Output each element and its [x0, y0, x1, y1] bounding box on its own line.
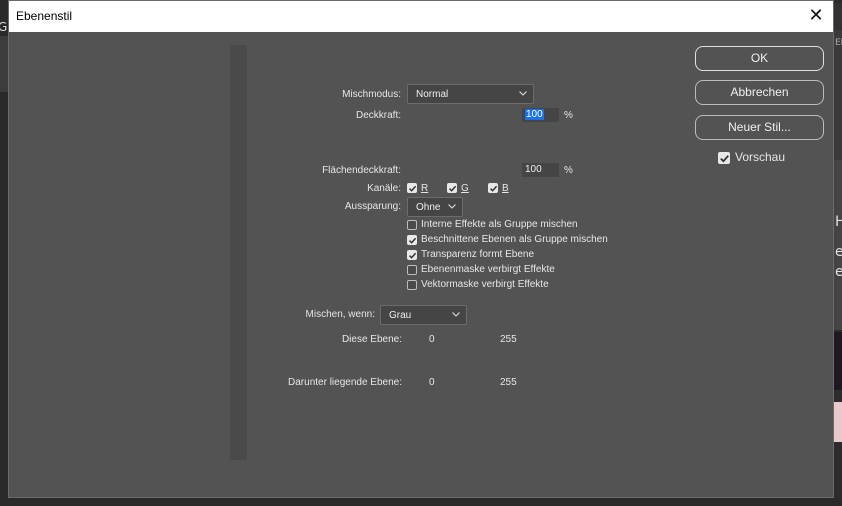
layer-mask-hides-checkbox[interactable] [407, 265, 417, 275]
preview-checkbox[interactable] [718, 152, 730, 164]
chevron-down-icon [448, 204, 456, 209]
layer-style-dialog: Ebenenstil ✕ Mischmodus: Normal Deckkraf… [8, 0, 834, 498]
knockout-select[interactable]: Ohne [407, 197, 463, 217]
preview-label: Vorschau [735, 150, 786, 164]
channel-g-label: G [461, 183, 469, 194]
blend-if-label: Mischen, wenn: [305, 309, 375, 320]
vector-mask-hides-checkbox[interactable] [407, 280, 417, 290]
fill-opacity-label: Flächendeckkraft: [322, 165, 401, 176]
opacity-unit: % [564, 110, 573, 121]
internal-effects-checkbox[interactable] [407, 220, 417, 230]
this-layer-max: 255 [500, 334, 517, 345]
blend-if-value: Grau [389, 310, 412, 321]
ok-button[interactable]: OK [695, 46, 824, 71]
channel-b-checkbox[interactable] [488, 183, 498, 193]
this-layer-min: 0 [429, 334, 435, 345]
opacity-label: Deckkraft: [355, 110, 401, 121]
background-thumbnail [834, 402, 842, 442]
knockout-label: Aussparung: [344, 201, 401, 212]
fill-opacity-input[interactable]: 100 [522, 163, 559, 177]
channel-r-label: R [421, 183, 429, 194]
background-thumbnail [834, 332, 842, 390]
opacity-value: 100 [525, 109, 544, 120]
dialog-title: Ebenenstil [16, 9, 73, 23]
checkmark-icon [720, 155, 729, 163]
blend-mode-value: Normal [416, 89, 449, 100]
background-text: G [0, 20, 8, 34]
chevron-down-icon [519, 91, 527, 96]
blend-mode-label: Mischmodus: [342, 89, 401, 100]
background-app-bottom [0, 498, 842, 506]
checkmark-icon [408, 237, 417, 244]
cancel-button[interactable]: Abbrechen [695, 80, 824, 105]
checkmark-icon [408, 185, 417, 192]
checkmark-icon [489, 185, 498, 192]
underlying-layer-min: 0 [429, 377, 435, 388]
background-panel [834, 30, 842, 160]
background-app-right: Eb H ei e [834, 30, 842, 506]
clipped-layers-checkbox[interactable] [407, 235, 417, 245]
underlying-layer-label: Darunter liegende Ebene: [288, 377, 402, 388]
dialog-titlebar[interactable]: Ebenenstil ✕ [9, 1, 833, 32]
transparency-shapes-label: Transparenz formt Ebene [421, 249, 535, 260]
background-text: ei [835, 244, 842, 260]
channel-b-label: B [502, 183, 509, 194]
channel-g-checkbox[interactable] [447, 183, 457, 193]
chevron-down-icon [452, 312, 460, 317]
background-text: e [835, 264, 842, 280]
blend-mode-select[interactable]: Normal [407, 84, 534, 104]
layer-mask-hides-label: Ebenenmaske verbirgt Effekte [421, 264, 555, 275]
blend-if-select[interactable]: Grau [380, 305, 467, 325]
this-layer-label: Diese Ebene: [341, 334, 402, 345]
close-icon[interactable]: ✕ [805, 5, 827, 27]
internal-effects-label: Interne Effekte als Gruppe mischen [421, 219, 578, 230]
background-text: Eb [835, 38, 842, 48]
background-text: H [835, 214, 842, 230]
styles-sidebar-scrollbar[interactable] [230, 45, 247, 460]
vector-mask-hides-label: Vektormaske verbirgt Effekte [421, 279, 549, 290]
checkmark-icon [408, 252, 417, 259]
fill-opacity-unit: % [564, 165, 573, 176]
clipped-layers-label: Beschnittene Ebenen als Gruppe mischen [421, 234, 608, 245]
channel-r-checkbox[interactable] [407, 183, 417, 193]
fill-opacity-value: 100 [525, 164, 542, 175]
knockout-value: Ohne [416, 202, 441, 213]
checkmark-icon [448, 185, 457, 192]
channels-label: Kanäle: [367, 183, 401, 194]
transparency-shapes-checkbox[interactable] [407, 250, 417, 260]
underlying-layer-max: 255 [500, 377, 517, 388]
opacity-input[interactable]: 100 [522, 108, 559, 122]
new-style-button[interactable]: Neuer Stil... [695, 115, 824, 140]
